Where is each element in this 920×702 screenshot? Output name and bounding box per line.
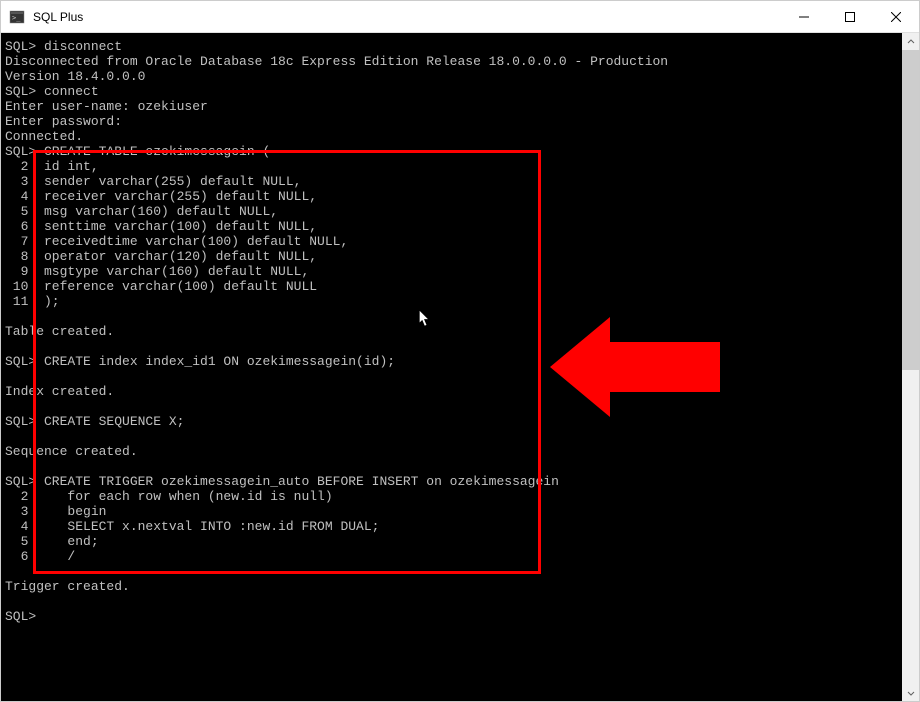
app-icon: >_ <box>9 9 25 25</box>
close-button[interactable] <box>873 1 919 32</box>
scrollbar-up-arrow[interactable] <box>902 33 919 50</box>
svg-text:>_: >_ <box>12 14 21 22</box>
vertical-scrollbar[interactable] <box>902 33 919 701</box>
scrollbar-thumb[interactable] <box>902 50 919 370</box>
minimize-icon <box>799 12 809 22</box>
minimize-button[interactable] <box>781 1 827 32</box>
terminal-wrapper: SQL> disconnect Disconnected from Oracle… <box>1 33 919 701</box>
titlebar[interactable]: >_ SQL Plus <box>1 1 919 33</box>
scrollbar-track[interactable] <box>902 50 919 684</box>
maximize-icon <box>845 12 855 22</box>
window-controls <box>781 1 919 32</box>
maximize-button[interactable] <box>827 1 873 32</box>
chevron-down-icon <box>907 689 915 697</box>
chevron-up-icon <box>907 38 915 46</box>
close-icon <box>891 12 901 22</box>
terminal-output[interactable]: SQL> disconnect Disconnected from Oracle… <box>1 33 902 701</box>
sqlplus-window: >_ SQL Plus SQL> disconn <box>0 0 920 702</box>
window-title: SQL Plus <box>33 10 83 24</box>
scrollbar-down-arrow[interactable] <box>902 684 919 701</box>
